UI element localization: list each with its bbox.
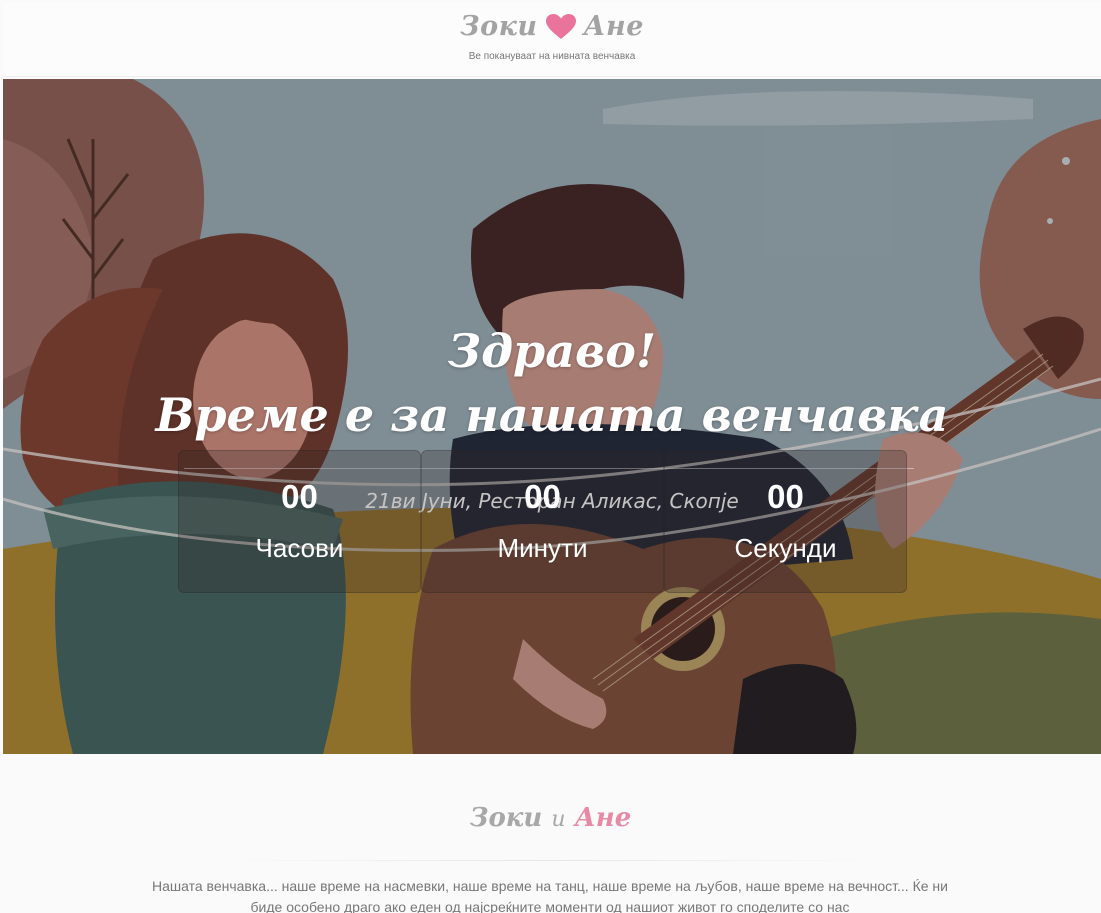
heart-icon (545, 13, 576, 40)
couple-heading: Зоки и Ане (0, 803, 1101, 833)
hero-section: Здраво! Време е за нашата венчавка 21ви … (3, 79, 1101, 754)
site-logo[interactable]: Зоки Ане (3, 11, 1101, 42)
couple-name-left: Зоки (469, 803, 543, 833)
countdown-minutes: 00 Минути (421, 450, 664, 593)
logo-name-right: Ане (583, 11, 644, 42)
countdown-minutes-label: Минути (497, 533, 588, 563)
section-divider (220, 860, 880, 861)
countdown-seconds-value: 00 (767, 478, 804, 515)
header-tagline: Ве покануваат на нивната венчавка (468, 51, 636, 62)
countdown-timer: 00 Часови 00 Минути 00 Секунди (178, 450, 908, 593)
countdown-seconds-label: Секунди (734, 533, 837, 563)
couple-name-right: Ане (574, 803, 632, 833)
countdown-hours: 00 Часови (178, 450, 421, 593)
site-header: Зоки Ане Ве покануваат на нивната венчав… (3, 3, 1101, 77)
countdown-minutes-value: 00 (524, 478, 561, 515)
countdown-seconds: 00 Секунди (664, 450, 907, 593)
countdown-hours-value: 00 (281, 478, 318, 515)
countdown-hours-label: Часови (255, 533, 344, 563)
intro-paragraph: Нашата венчавка... наше време на насмевк… (152, 878, 948, 913)
hero-title: Здраво! Време е за нашата венчавка (3, 319, 1101, 447)
hero-headline: Време е за нашата венчавка (155, 388, 949, 442)
hero-greeting: Здраво! (447, 324, 657, 378)
couple-conjunction: и (551, 807, 566, 832)
logo-name-left: Зоки (460, 11, 538, 42)
